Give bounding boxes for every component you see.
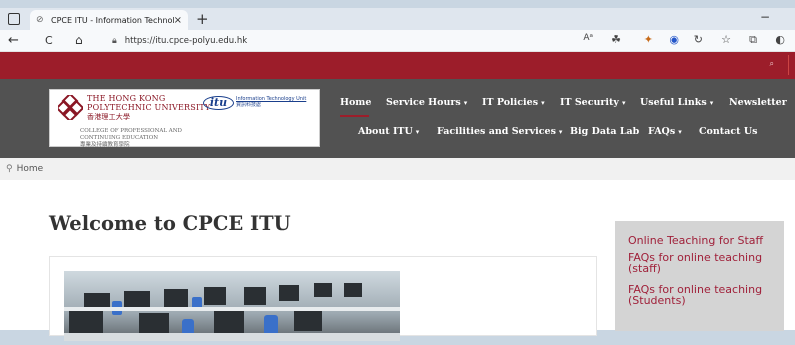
university-line-1: The Hong Kong xyxy=(87,94,166,103)
refresh-button[interactable]: C xyxy=(45,34,53,47)
favorites-icon[interactable]: ☆ xyxy=(721,33,731,46)
featured-image-card xyxy=(49,256,597,341)
college-line-2: Continuing Education xyxy=(80,135,159,141)
nav-it-security-label: IT Security xyxy=(560,97,619,108)
nav-contact-us[interactable]: Contact Us xyxy=(699,126,757,137)
nav-big-data-lab-label: Big Data Lab xyxy=(570,126,640,137)
top-red-bar: ⌕ xyxy=(0,52,795,79)
close-tab-icon[interactable]: × xyxy=(174,15,182,26)
url-field[interactable]: 🔒︎ https://itu.cpce-polyu.edu.hk xyxy=(112,33,247,49)
nav-it-policies[interactable]: IT Policies ▾ xyxy=(482,97,545,108)
itu-unit-name-zh: 資訊科技處 xyxy=(236,102,262,108)
nav-newsletter[interactable]: Newsletter xyxy=(729,97,787,108)
chevron-down-icon: ▾ xyxy=(541,98,545,107)
tracking-icon[interactable]: ☘ xyxy=(611,33,621,46)
nav-useful-links-label: Useful Links xyxy=(640,97,707,108)
nav-it-policies-label: IT Policies xyxy=(482,97,539,108)
nav-useful-links[interactable]: Useful Links ▾ xyxy=(640,97,713,108)
nav-about-itu[interactable]: About ITU ▾ xyxy=(358,126,419,137)
search-icon[interactable]: ⌕ xyxy=(770,59,774,69)
university-line-2: Polytechnic University xyxy=(87,103,211,112)
nav-facilities-services[interactable]: Facilities and Services ▾ xyxy=(437,126,562,137)
polyu-emblem-icon xyxy=(58,95,83,120)
nav-faqs-label: FAQs xyxy=(648,126,676,137)
college-name: College of Professional and Continuing E… xyxy=(80,128,182,149)
extension-circle-icon[interactable]: ◉ xyxy=(669,33,679,46)
chevron-down-icon: ▾ xyxy=(678,127,682,136)
extension-fox-icon[interactable]: ✦ xyxy=(644,33,653,46)
chevron-down-icon: ▾ xyxy=(621,98,626,107)
chevron-down-icon: ▾ xyxy=(463,98,468,107)
college-line-zh: 專業及持續教育學院 xyxy=(80,142,130,148)
extension-c-icon[interactable]: ↻ xyxy=(694,33,703,46)
nav-newsletter-label: Newsletter xyxy=(729,97,787,108)
collections-icon[interactable]: ⧉ xyxy=(749,33,757,47)
tab-strip: ⊘ CPCE ITU - Information Technolo × + − xyxy=(0,8,795,30)
new-tab-button[interactable]: + xyxy=(196,10,209,28)
map-pin-icon: ⚲ xyxy=(6,164,13,174)
nav-faqs[interactable]: FAQs ▾ xyxy=(648,126,682,137)
url-text: https://itu.cpce-polyu.edu.hk xyxy=(124,36,248,46)
nav-facilities-services-label: Facilities and Services xyxy=(437,126,556,137)
address-bar-row: ← C ⌂ 🔒︎ https://itu.cpce-polyu.edu.hk A… xyxy=(0,30,795,52)
breadcrumb-home[interactable]: Home xyxy=(17,164,44,174)
breadcrumb: ⚲ Home xyxy=(0,158,795,180)
nav-contact-us-label: Contact Us xyxy=(699,126,758,137)
home-button[interactable]: ⌂ xyxy=(75,33,83,47)
nav-big-data-lab[interactable]: Big Data Lab xyxy=(570,126,639,137)
lock-icon: 🔒︎ xyxy=(112,36,117,46)
profile-icon[interactable]: ◐ xyxy=(775,33,785,46)
nav-service-hours[interactable]: Service Hours ▾ xyxy=(386,97,467,108)
search-divider xyxy=(788,55,789,75)
sidebar-link-faqs-staff[interactable]: FAQs for online teaching (staff) xyxy=(628,252,778,274)
back-button[interactable]: ← xyxy=(8,33,19,48)
sidebar-link-faqs-students[interactable]: FAQs for online teaching (Students) xyxy=(628,284,778,306)
tab-actions-icon[interactable] xyxy=(8,13,20,25)
minimize-button[interactable]: − xyxy=(760,10,770,24)
computer-lab-photo xyxy=(64,271,400,341)
read-aloud-icon[interactable]: Aᵃ xyxy=(583,33,593,43)
site-logo[interactable]: The Hong Kong Polytechnic University 香港理… xyxy=(49,89,320,149)
nav-about-itu-label: About ITU xyxy=(358,126,413,137)
itu-logo-mark: itu xyxy=(203,96,234,110)
sidebar-link-online-teaching-staff[interactable]: Online Teaching for Staff xyxy=(628,235,778,246)
active-nav-indicator xyxy=(340,115,369,117)
nav-home-label: Home xyxy=(340,97,372,108)
chevron-down-icon: ▾ xyxy=(415,127,420,136)
university-name-zh: 香港理工大學 xyxy=(87,113,131,121)
tab-title: CPCE ITU - Information Technolo xyxy=(51,15,174,25)
computer-lab-illustration xyxy=(64,283,400,341)
chevron-down-icon: ▾ xyxy=(709,98,714,107)
site-header: The Hong Kong Polytechnic University 香港理… xyxy=(0,79,795,158)
university-name: The Hong Kong Polytechnic University xyxy=(87,94,210,112)
favicon-icon: ⊘ xyxy=(36,15,44,25)
sidebar-links-panel: Online Teaching for Staff FAQs for onlin… xyxy=(615,221,784,331)
nav-it-security[interactable]: IT Security ▾ xyxy=(560,97,625,108)
chevron-down-icon: ▾ xyxy=(558,127,563,136)
college-line-1: College of Professional and xyxy=(80,128,182,134)
page-title: Welcome to CPCE ITU xyxy=(49,212,291,235)
nav-home[interactable]: Home xyxy=(340,97,371,108)
browser-tab[interactable]: ⊘ CPCE ITU - Information Technolo × xyxy=(30,10,188,30)
itu-unit-name: Information Technology Unit 資訊科技處 xyxy=(236,96,306,108)
nav-service-hours-label: Service Hours xyxy=(386,97,461,108)
